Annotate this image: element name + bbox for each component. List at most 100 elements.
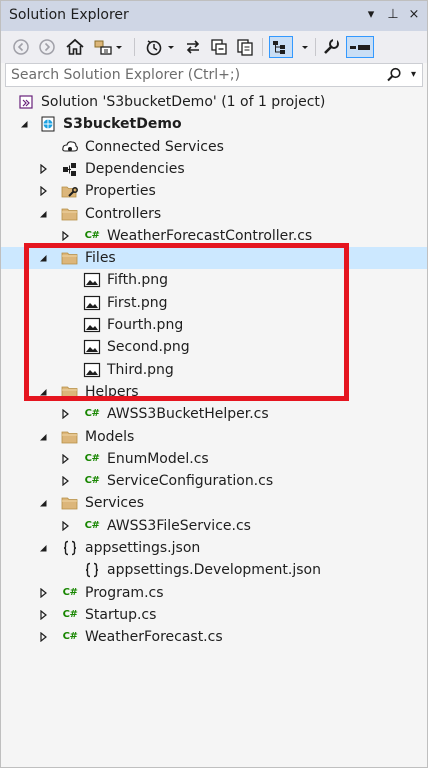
tree-item-models[interactable]: Models bbox=[1, 426, 427, 448]
tree-item-program-cs[interactable]: C# Program.cs bbox=[1, 582, 427, 604]
tree-item-startup-cs[interactable]: C# Startup.cs bbox=[1, 604, 427, 626]
preview-icon[interactable] bbox=[346, 36, 374, 58]
dependencies-icon bbox=[61, 161, 79, 177]
collapse-all-icon[interactable] bbox=[208, 37, 230, 57]
tree-item-label: Services bbox=[85, 495, 145, 512]
tree-item-appsettings-json[interactable]: appsettings.json bbox=[1, 537, 427, 559]
close-button[interactable]: × bbox=[406, 6, 422, 24]
tree-item-helpers[interactable]: Helpers bbox=[1, 381, 427, 403]
search-input[interactable] bbox=[6, 64, 381, 86]
toolbar-separator bbox=[315, 38, 316, 56]
expanded-arrow-icon[interactable] bbox=[37, 492, 49, 514]
json-file-icon bbox=[83, 562, 101, 578]
tree-item-label: Fourth.png bbox=[107, 317, 184, 333]
auto-hide-pin-button[interactable]: ⊥ bbox=[385, 6, 401, 24]
tree-item-connected-services[interactable]: Connected Services bbox=[1, 136, 427, 158]
solution-explorer-window: Solution Explorer ▾ ⊥ × Search Solution … bbox=[0, 0, 428, 768]
sync-icon[interactable] bbox=[182, 37, 204, 57]
tree-item-label: First.png bbox=[107, 294, 168, 311]
collapsed-arrow-icon[interactable] bbox=[37, 180, 49, 202]
json-file-icon bbox=[61, 540, 79, 556]
tree-item-serviceconfiguration-cs[interactable]: C# ServiceConfiguration.cs bbox=[1, 470, 427, 492]
tree-item-weatherforecastcontroller-cs[interactable]: C# WeatherForecastController.cs bbox=[1, 225, 427, 247]
tree-item-fourth-png[interactable]: Fourth.png bbox=[1, 314, 427, 336]
collapsed-arrow-icon[interactable] bbox=[59, 403, 71, 425]
tree-item-label: Models bbox=[85, 428, 135, 445]
expanded-arrow-icon[interactable] bbox=[37, 381, 49, 403]
search-box: ▾ bbox=[5, 63, 423, 87]
collapsed-arrow-icon[interactable] bbox=[59, 225, 71, 247]
collapsed-arrow-icon[interactable] bbox=[37, 626, 49, 648]
tree-item-label: Helpers bbox=[85, 383, 139, 400]
tree-item-third-png[interactable]: Third.png bbox=[1, 359, 427, 381]
tree-item-label: Third.png bbox=[107, 361, 174, 378]
home-icon[interactable] bbox=[64, 37, 86, 57]
expanded-arrow-icon[interactable] bbox=[37, 247, 49, 269]
collapsed-arrow-icon[interactable] bbox=[59, 448, 71, 470]
expanded-arrow-icon[interactable] bbox=[37, 203, 49, 225]
tree-item-label: appsettings.Development.json bbox=[107, 562, 321, 579]
show-all-files-icon[interactable] bbox=[234, 37, 256, 57]
csharp-file-icon: C# bbox=[84, 519, 100, 531]
toolbar-separator bbox=[134, 38, 135, 56]
back-icon[interactable] bbox=[11, 37, 31, 57]
tree-item-label: ServiceConfiguration.cs bbox=[107, 473, 274, 490]
properties-icon[interactable] bbox=[320, 37, 342, 57]
csharp-file-icon: C# bbox=[84, 475, 100, 487]
tree-item-label: Connected Services bbox=[85, 138, 224, 155]
tree-item-s3bucketdemo[interactable]: S3bucketDemo bbox=[1, 113, 427, 135]
csharp-file-icon: C# bbox=[62, 608, 78, 620]
tree-item-label: Files bbox=[85, 250, 116, 267]
connected-services-icon bbox=[61, 139, 79, 155]
toolbar-separator bbox=[262, 38, 263, 56]
search-icon[interactable] bbox=[386, 67, 402, 87]
window-position-dropdown[interactable]: ▾ bbox=[363, 6, 379, 24]
collapsed-arrow-icon[interactable] bbox=[59, 515, 71, 537]
tree-item-fifth-png[interactable]: Fifth.png bbox=[1, 269, 427, 291]
tree-item-appsettings-development-json[interactable]: appsettings.Development.json bbox=[1, 559, 427, 581]
tree-item-awss3buckethelper-cs[interactable]: C# AWSS3BucketHelper.cs bbox=[1, 403, 427, 425]
web-project-icon bbox=[39, 116, 57, 132]
tree-item-solution-s3bucketdemo-1-of-1-project[interactable]: Solution 'S3bucketDemo' (1 of 1 project) bbox=[1, 91, 427, 113]
collapsed-arrow-icon[interactable] bbox=[37, 582, 49, 604]
collapsed-arrow-icon[interactable] bbox=[59, 470, 71, 492]
tree-item-label: Properties bbox=[85, 183, 156, 200]
folder-icon bbox=[61, 495, 79, 511]
collapsed-arrow-icon[interactable] bbox=[37, 604, 49, 626]
tree-item-controllers[interactable]: Controllers bbox=[1, 203, 427, 225]
tree-item-weatherforecast-cs[interactable]: C# WeatherForecast.cs bbox=[1, 626, 427, 648]
solution-icon bbox=[17, 94, 35, 110]
tree-item-label: Fifth.png bbox=[107, 272, 169, 289]
image-file-icon bbox=[83, 362, 101, 378]
tree-item-label: AWSS3FileService.cs bbox=[107, 517, 251, 534]
csharp-file-icon: C# bbox=[84, 408, 100, 420]
tree-item-label: S3bucketDemo bbox=[63, 116, 182, 133]
image-file-icon bbox=[83, 317, 101, 333]
expanded-arrow-icon[interactable] bbox=[37, 537, 49, 559]
title-bar: Solution Explorer ▾ ⊥ × bbox=[1, 1, 427, 32]
tree-item-label: Solution 'S3bucketDemo' (1 of 1 project) bbox=[41, 94, 326, 110]
tree-item-files[interactable]: Files bbox=[1, 247, 427, 270]
expanded-arrow-icon[interactable] bbox=[18, 113, 30, 135]
search-options-dropdown[interactable]: ▾ bbox=[411, 69, 416, 80]
switch-views-icon[interactable] bbox=[92, 37, 124, 57]
toolbar bbox=[1, 31, 427, 63]
pending-changes-icon[interactable] bbox=[144, 37, 176, 57]
tree-item-services[interactable]: Services bbox=[1, 492, 427, 514]
expanded-arrow-icon[interactable] bbox=[37, 426, 49, 448]
tree-item-first-png[interactable]: First.png bbox=[1, 292, 427, 314]
folder-icon bbox=[61, 250, 79, 266]
tree-item-second-png[interactable]: Second.png bbox=[1, 336, 427, 358]
image-file-icon bbox=[83, 272, 101, 288]
tree-item-enummodel-cs[interactable]: C# EnumModel.cs bbox=[1, 448, 427, 470]
tree-item-label: Second.png bbox=[107, 339, 190, 356]
tree-item-dependencies[interactable]: Dependencies bbox=[1, 158, 427, 180]
tree-item-properties[interactable]: Properties bbox=[1, 180, 427, 202]
collapsed-arrow-icon[interactable] bbox=[37, 158, 49, 180]
forward-icon[interactable] bbox=[37, 37, 57, 57]
track-active-item-icon[interactable] bbox=[269, 36, 293, 58]
tree-item-label: WeatherForecast.cs bbox=[85, 629, 223, 646]
toolbar-dropdown-icon[interactable] bbox=[297, 37, 313, 57]
tree-item-awss3fileservice-cs[interactable]: C# AWSS3FileService.cs bbox=[1, 515, 427, 537]
properties-folder-icon bbox=[61, 183, 79, 199]
